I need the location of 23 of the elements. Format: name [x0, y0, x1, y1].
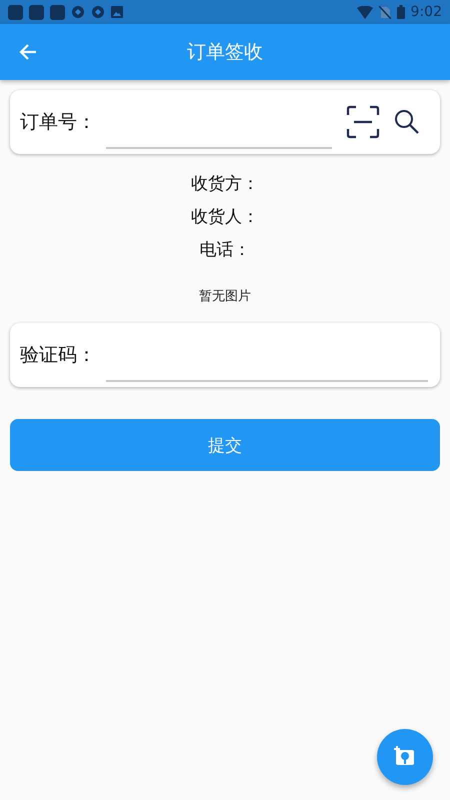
- no-sim-icon: [378, 6, 391, 18]
- sync-icon: [91, 5, 105, 19]
- floating-action-button[interactable]: [377, 729, 433, 785]
- notification-icon: [50, 4, 65, 20]
- code-label: 验证码：: [20, 343, 96, 368]
- search-icon[interactable]: [394, 109, 420, 135]
- scan-icon[interactable]: [346, 105, 380, 139]
- notification-icon: [29, 4, 44, 20]
- notification-icon: [8, 4, 23, 20]
- back-icon[interactable]: [19, 43, 37, 61]
- order-label: 订单号：: [20, 110, 96, 135]
- order-field[interactable]: 订单号：: [10, 90, 440, 154]
- clock-time: 9:02: [410, 4, 442, 20]
- info-label: 收货人：: [191, 206, 259, 229]
- info-label: 电话：: [200, 239, 250, 262]
- sync-icon: [71, 5, 85, 19]
- image-icon: [111, 6, 123, 18]
- no-image-text: 暂无图片: [199, 288, 251, 305]
- info-label: 收货方：: [191, 173, 259, 196]
- wifi-icon: [356, 6, 373, 18]
- battery-icon: [396, 5, 405, 19]
- page-title: 订单签收: [187, 40, 263, 65]
- code-field[interactable]: 验证码：: [10, 323, 440, 387]
